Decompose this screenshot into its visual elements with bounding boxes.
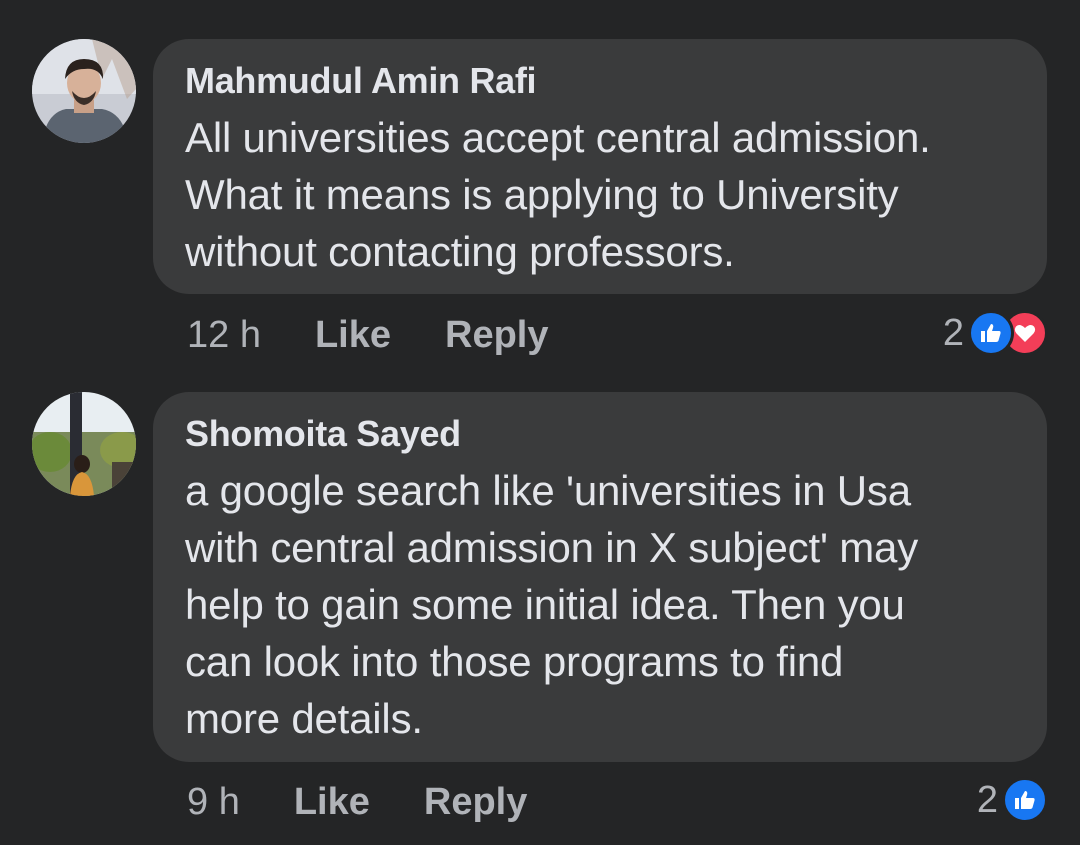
comment-text-line: can look into those programs to find <box>185 638 844 685</box>
comment-actions: 12 h Like Reply <box>187 310 549 360</box>
reaction-summary[interactable]: 2 <box>943 308 1048 358</box>
reaction-summary[interactable]: 2 <box>977 775 1048 825</box>
comment-text-line: help to gain some initial idea. Then you <box>185 581 905 628</box>
comment-text-line: All universities accept central admissio… <box>185 114 931 161</box>
like-icon <box>968 310 1014 356</box>
comment-text-line: What it means is applying to University <box>185 171 899 218</box>
comment-text-line: with central admission in X subject' may <box>185 524 918 571</box>
like-button[interactable]: Like <box>294 781 370 824</box>
comment-text-line: more details. <box>185 695 423 742</box>
comment-text-line: without contacting professors. <box>185 228 735 275</box>
avatar[interactable] <box>32 392 136 496</box>
comment-author[interactable]: Shomoita Sayed <box>185 412 1017 456</box>
comment-text: a google search like 'universities in Us… <box>185 462 1017 747</box>
comment-timestamp[interactable]: 12 h <box>187 314 261 357</box>
reaction-count: 2 <box>976 778 998 821</box>
comment-bubble: Shomoita Sayed a google search like 'uni… <box>153 392 1047 762</box>
comment-text-line: a google search like 'universities in Us… <box>185 467 911 514</box>
like-icon <box>1002 777 1048 823</box>
comment-author[interactable]: Mahmudul Amin Rafi <box>185 59 1017 103</box>
reply-button[interactable]: Reply <box>445 314 548 357</box>
comment-bubble: Mahmudul Amin Rafi All universities acce… <box>153 39 1047 294</box>
comment-actions: 9 h Like Reply <box>187 777 527 827</box>
reaction-count: 2 <box>942 311 964 354</box>
comment-text: All universities accept central admissio… <box>185 109 1017 280</box>
comment-timestamp[interactable]: 9 h <box>187 781 240 824</box>
like-button[interactable]: Like <box>315 314 391 357</box>
avatar[interactable] <box>32 39 136 143</box>
reply-button[interactable]: Reply <box>424 781 527 824</box>
